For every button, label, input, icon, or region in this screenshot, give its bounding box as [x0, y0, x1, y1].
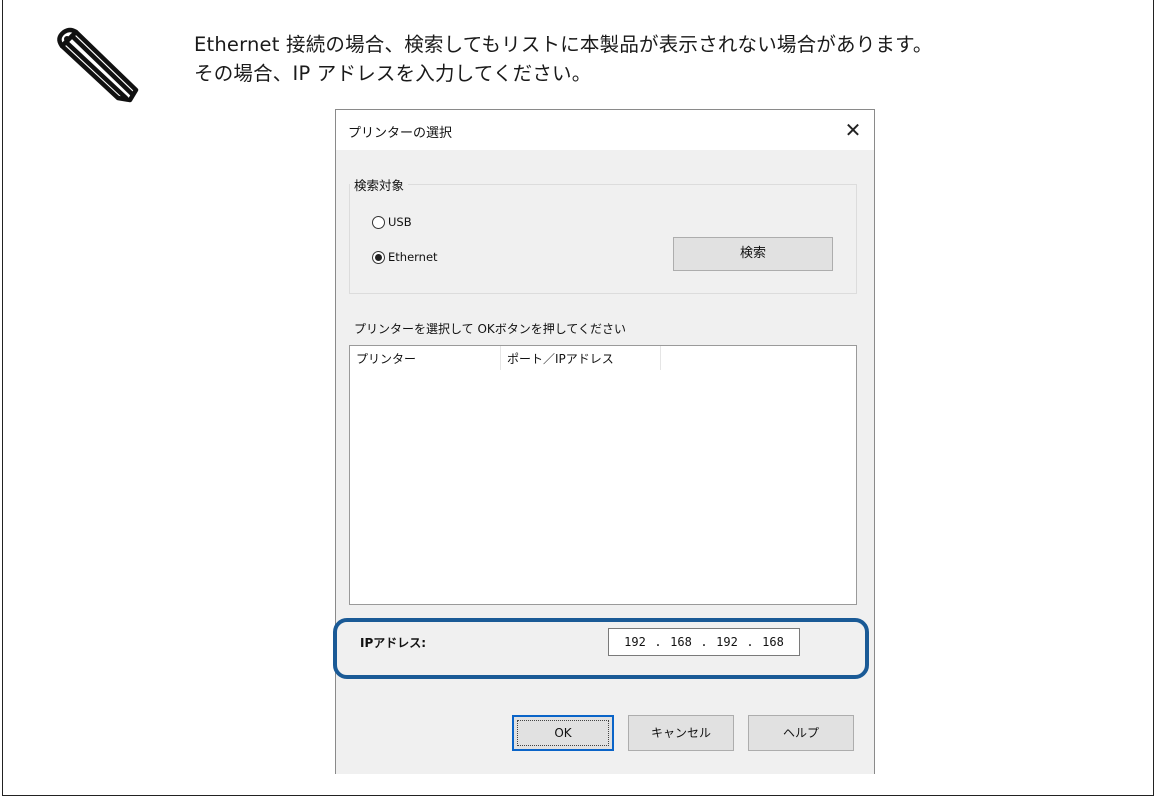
printer-list-label: プリンターを選択して OKボタンを押してください — [354, 322, 627, 336]
focus-ring — [517, 720, 609, 746]
ip-address-label: IPアドレス: — [360, 636, 427, 650]
usb-radio-circle[interactable] — [372, 215, 385, 229]
dialog-titlebar: プリンターの選択 ✕ — [336, 110, 874, 150]
ip-dot: . — [746, 635, 754, 649]
column-header-port[interactable]: ポート／IPアドレス — [507, 350, 614, 370]
pencil-note-icon — [57, 27, 139, 103]
close-icon[interactable]: ✕ — [838, 116, 868, 144]
ip-octet-2[interactable]: 168 — [664, 635, 698, 649]
ip-dot: . — [700, 635, 708, 649]
ip-octet-3[interactable]: 192 — [710, 635, 744, 649]
search-target-label: 検索対象 — [350, 175, 409, 194]
note-text: Ethernet 接続の場合、検索してもリストに本製品が表示されない場合がありま… — [194, 30, 1134, 88]
usb-radio-label: USB — [388, 215, 412, 229]
ethernet-radio-label: Ethernet — [388, 250, 438, 264]
printer-list[interactable]: プリンター ポート／IPアドレス — [349, 345, 857, 605]
ip-address-row: IPアドレス: 192 . 168 . 192 . 168 — [336, 610, 874, 660]
ok-button[interactable]: OK — [512, 715, 614, 751]
ip-address-input[interactable]: 192 . 168 . 192 . 168 — [608, 628, 800, 656]
column-separator — [660, 346, 661, 370]
ethernet-radio[interactable]: Ethernet — [372, 250, 438, 264]
printer-select-dialog: プリンターの選択 ✕ 検索対象 USB Ethernet 検索 プリンターを選択… — [335, 109, 875, 774]
column-separator — [500, 346, 501, 370]
cancel-button[interactable]: キャンセル — [628, 715, 734, 751]
column-header-printer[interactable]: プリンター — [356, 350, 416, 370]
ip-dot: . — [654, 635, 662, 649]
note-line-1: Ethernet 接続の場合、検索してもリストに本製品が表示されない場合がありま… — [194, 33, 933, 56]
help-button[interactable]: ヘルプ — [748, 715, 854, 751]
search-button[interactable]: 検索 — [673, 237, 833, 271]
note-line-2: その場合、IP アドレスを入力してください。 — [194, 62, 592, 85]
dialog-title: プリンターの選択 — [348, 126, 453, 141]
ip-octet-4[interactable]: 168 — [756, 635, 790, 649]
ip-octet-1[interactable]: 192 — [618, 635, 652, 649]
usb-radio[interactable]: USB — [372, 215, 412, 229]
ethernet-radio-circle[interactable] — [372, 250, 385, 264]
